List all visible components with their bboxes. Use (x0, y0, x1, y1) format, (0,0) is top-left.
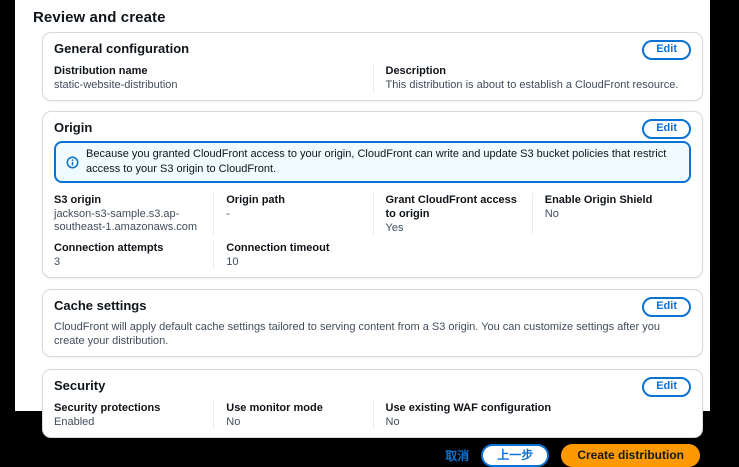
page-title: Review and create (33, 0, 703, 26)
field-label: Distribution name (54, 64, 363, 78)
field-value: - (226, 208, 362, 221)
field-label: Description (386, 64, 682, 78)
general-configuration-edit-button[interactable]: Edit (642, 40, 691, 60)
field-label: Enable Origin Shield (545, 193, 681, 207)
field-value: No (226, 416, 362, 429)
field-grant-access: Grant CloudFront access to origin Yes (373, 193, 532, 235)
general-configuration-fields: Distribution name static-website-distrib… (54, 64, 691, 92)
security-edit-button[interactable]: Edit (642, 377, 691, 397)
cancel-button[interactable]: 取消 (445, 447, 469, 464)
previous-step-button[interactable]: 上一步 (481, 444, 549, 467)
field-origin-path: Origin path - (213, 193, 372, 235)
field-security-protections: Security protections Enabled (54, 401, 213, 429)
origin-edit-button[interactable]: Edit (642, 119, 691, 139)
cache-settings-description: CloudFront will apply default cache sett… (54, 320, 691, 348)
field-label: Security protections (54, 401, 203, 415)
security-title: Security (54, 378, 691, 393)
origin-fields-row1: S3 origin jackson-s3-sample.s3.ap-southe… (54, 193, 691, 235)
cache-settings-title: Cache settings (54, 298, 691, 313)
field-connection-timeout: Connection timeout 10 (213, 241, 372, 269)
field-origin-shield: Enable Origin Shield No (532, 193, 691, 235)
origin-info-alert: Because you granted CloudFront access to… (54, 141, 691, 183)
field-value: static-website-distribution (54, 79, 363, 92)
origin-title: Origin (54, 120, 691, 135)
wizard-footer-actions: 取消 上一步 Create distribution (42, 444, 703, 467)
origin-info-alert-text: Because you granted CloudFront access to… (86, 147, 679, 177)
field-label: Use monitor mode (226, 401, 362, 415)
field-value: No (545, 208, 681, 221)
info-icon (66, 156, 79, 169)
field-label: Grant CloudFront access to origin (386, 193, 522, 221)
field-label: Use existing WAF configuration (386, 401, 682, 415)
field-label: Origin path (226, 193, 362, 207)
field-label: Connection attempts (54, 241, 203, 255)
field-value: jackson-s3-sample.s3.ap-southeast-1.amaz… (54, 208, 203, 234)
origin-fields-row2: Connection attempts 3 Connection timeout… (54, 241, 691, 269)
origin-card: Origin Edit Because you granted CloudFro… (42, 111, 703, 278)
general-configuration-title: General configuration (54, 41, 691, 56)
cache-settings-edit-button[interactable]: Edit (642, 297, 691, 317)
field-value: Enabled (54, 416, 203, 429)
field-waf-configuration: Use existing WAF configuration No (373, 401, 692, 429)
field-s3-origin: S3 origin jackson-s3-sample.s3.ap-southe… (54, 193, 213, 235)
field-value: 10 (226, 256, 362, 269)
field-value: 3 (54, 256, 203, 269)
field-distribution-name: Distribution name static-website-distrib… (54, 64, 373, 92)
field-monitor-mode: Use monitor mode No (213, 401, 372, 429)
security-card: Security Edit Security protections Enabl… (42, 369, 703, 438)
field-value: Yes (386, 222, 522, 235)
security-fields: Security protections Enabled Use monitor… (54, 401, 691, 429)
cache-settings-card: Cache settings Edit CloudFront will appl… (42, 289, 703, 357)
field-connection-attempts: Connection attempts 3 (54, 241, 213, 269)
general-configuration-card: General configuration Edit Distribution … (42, 32, 703, 101)
console-content-panel: Review and create General configuration … (15, 0, 710, 411)
field-value: No (386, 416, 682, 429)
field-label: Connection timeout (226, 241, 362, 255)
field-value: This distribution is about to establish … (386, 79, 682, 92)
create-distribution-button[interactable]: Create distribution (561, 444, 700, 467)
field-description: Description This distribution is about t… (373, 64, 692, 92)
field-label: S3 origin (54, 193, 203, 207)
